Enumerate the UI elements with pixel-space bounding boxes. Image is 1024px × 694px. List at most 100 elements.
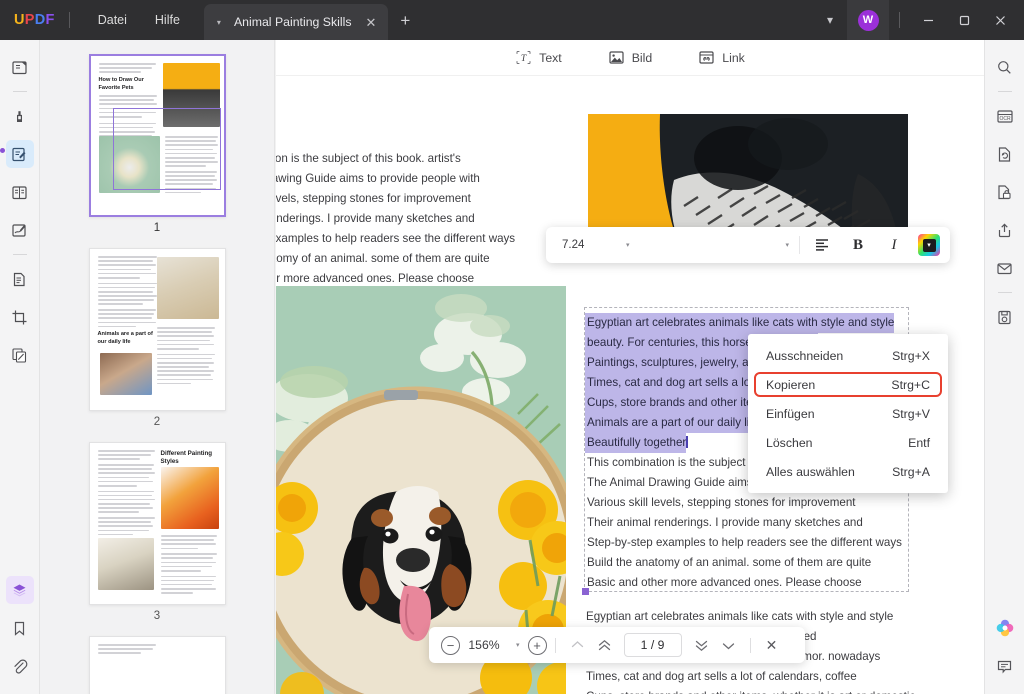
thumbnail-page-image-4 [88,636,226,694]
tool-text[interactable]: T Text [515,50,562,65]
page-thumbnail-panel[interactable]: How to Draw Our Favorite Pets 1 Animals … [40,40,275,694]
text-format-toolbar[interactable]: 7.24 ▾ ▾ B I ▾ [546,227,950,263]
thumb-mini-layout-4 [90,637,225,694]
selected-text: Egyptian art celebrates animals like cat… [585,313,895,333]
chevron-down-icon[interactable]: ▾ [214,18,224,27]
unselected-text-line[interactable]: Basic and other more advanced ones. Plea… [585,573,908,593]
page-indicator[interactable]: 1 / 9 [623,633,682,657]
thumbnail-page-number-3: 3 [153,610,161,622]
page-navigation-bar[interactable]: − 156% ▾ + 1 / 9 ✕ [429,627,805,663]
sidebar-layers-icon[interactable] [5,576,34,604]
thumbnail-page-4[interactable] [88,636,226,694]
bold-button[interactable]: B [840,230,876,260]
context-menu[interactable]: Ausschneiden Strg+X Kopieren Strg+C Einf… [748,334,948,493]
menu-cut-shortcut: Strg+X [892,348,930,363]
unselected-text-line[interactable]: Build the anatomy of an animal. some of … [585,553,908,573]
search-icon[interactable] [991,53,1019,81]
zoom-level[interactable]: 156% [460,638,508,652]
image-tool-icon [609,51,624,64]
share-upload-icon[interactable] [991,216,1019,244]
close-navigation-button[interactable]: ✕ [759,637,785,654]
thumbnail-page-2[interactable]: Animals are a part of our daily life 2 [88,248,226,428]
selected-text: Beautifully together [585,433,687,453]
chevron-down-icon[interactable]: ▾ [508,641,528,649]
selected-text: Animals are a part of our daily life [585,413,760,433]
sidebar-crop-icon[interactable] [6,303,34,331]
unselected-text-line[interactable]: Step-by-step examples to help readers se… [585,533,908,553]
next-page-icon[interactable] [688,639,715,652]
chevron-down-icon[interactable]: ▾ [779,241,795,249]
tool-text-label: Text [539,50,562,65]
chevron-down-icon[interactable]: ▾ [922,238,936,252]
unselected-text-line[interactable]: Various skill levels, stepping stones fo… [585,493,908,513]
thumbnail-page-1[interactable]: How to Draw Our Favorite Pets 1 [88,54,226,234]
close-icon[interactable] [982,0,1018,40]
comment-balloon-icon[interactable] [991,652,1019,680]
italic-button[interactable]: I [876,230,912,260]
tool-image-label: Bild [631,50,653,65]
logo-letter-p: P [24,12,35,28]
text-color-picker[interactable]: ▾ [918,234,940,256]
zoom-in-button[interactable]: + [527,635,547,655]
sidebar-reader-icon[interactable] [6,53,34,81]
minimize-icon[interactable] [910,0,946,40]
svg-text:OCR: OCR [999,116,1011,122]
menu-hilfe[interactable]: Hilfe [141,9,194,31]
last-page-icon[interactable] [715,639,742,652]
menu-cut[interactable]: Ausschneiden Strg+X [748,341,948,370]
updf-application-window: UPDF Datei Hilfe ▾ Animal Painting Skill… [0,0,1024,694]
edit-toolbar: T Text Bild Link [276,40,984,76]
tool-image[interactable]: Bild [608,50,653,65]
sidebar-sign-icon[interactable] [6,216,34,244]
menu-datei[interactable]: Datei [84,9,141,31]
sidebar-edit-pdf-icon[interactable] [5,140,34,168]
ai-assistant-icon[interactable] [991,614,1019,642]
unselected-text-line[interactable]: Their animal renderings. I provide many … [585,513,908,533]
zoom-out-button[interactable]: − [441,635,460,655]
chevron-down-icon[interactable]: ▾ [620,241,636,249]
avatar[interactable]: W [847,0,889,40]
upper-text-line: mal renderings. I provide many sketches … [276,212,475,225]
upper-text-line: step examples to help readers see the di… [276,232,516,245]
menu-select-all[interactable]: Alles auswählen Strg+A [748,457,948,486]
menu-delete[interactable]: Löschen Entf [748,428,948,457]
maximize-icon[interactable] [946,0,982,40]
sidebar-attachment-icon[interactable] [6,652,34,680]
menu-copy[interactable]: Kopieren Strg+C [748,370,948,399]
thumbnail-page-image-3: Different Painting Styles [88,442,226,605]
title-bar: UPDF Datei Hilfe ▾ Animal Painting Skill… [0,0,1024,40]
resize-handle-bottom-left[interactable] [581,587,589,595]
protect-lock-icon[interactable] [991,178,1019,206]
new-tab-button[interactable]: + [400,12,410,29]
ocr-icon[interactable]: OCR [991,102,1019,130]
active-indicator-dot [0,148,5,153]
menu-copy-label: Kopieren [766,377,816,392]
sidebar-highlight-icon[interactable] [6,102,34,130]
thumbnail-page-number-1: 1 [153,222,161,234]
logo-letter-d: D [34,12,46,28]
logo-letter-f: F [45,12,55,28]
compress-save-icon[interactable] [991,303,1019,331]
sidebar-form-icon[interactable] [6,178,34,206]
sidebar-redact-icon[interactable] [6,341,34,369]
thumb-mini-layout-2: Animals are a part of our daily life [90,249,225,410]
first-page-icon[interactable] [564,639,591,652]
align-left-icon[interactable] [804,230,840,260]
thumb-heading-3: Different Painting Styles [160,450,213,466]
convert-pdf-icon[interactable] [991,140,1019,168]
chevron-down-icon[interactable]: ▾ [813,13,847,27]
thumbnail-page-3[interactable]: Different Painting Styles 3 [88,442,226,622]
upper-text-block[interactable]: ıbination is the subject of this book. a… [276,149,544,289]
document-tab[interactable]: ▾ Animal Painting Skills ✕ [203,4,389,40]
close-icon[interactable]: ✕ [362,16,381,29]
email-icon[interactable] [991,254,1019,282]
selected-text-line[interactable]: Egyptian art celebrates animals like cat… [585,313,908,333]
selected-text: Times, cat and dog art sells a lot [585,373,754,393]
tool-link[interactable]: Link [698,50,745,65]
menu-paste[interactable]: Einfügen Strg+V [748,399,948,428]
thumbnail-page-number-2: 2 [153,416,161,428]
font-size-value[interactable]: 7.24 [552,239,620,251]
previous-page-icon[interactable] [591,639,618,652]
sidebar-organize-icon[interactable] [6,265,34,293]
sidebar-bookmark-icon[interactable] [6,614,34,642]
